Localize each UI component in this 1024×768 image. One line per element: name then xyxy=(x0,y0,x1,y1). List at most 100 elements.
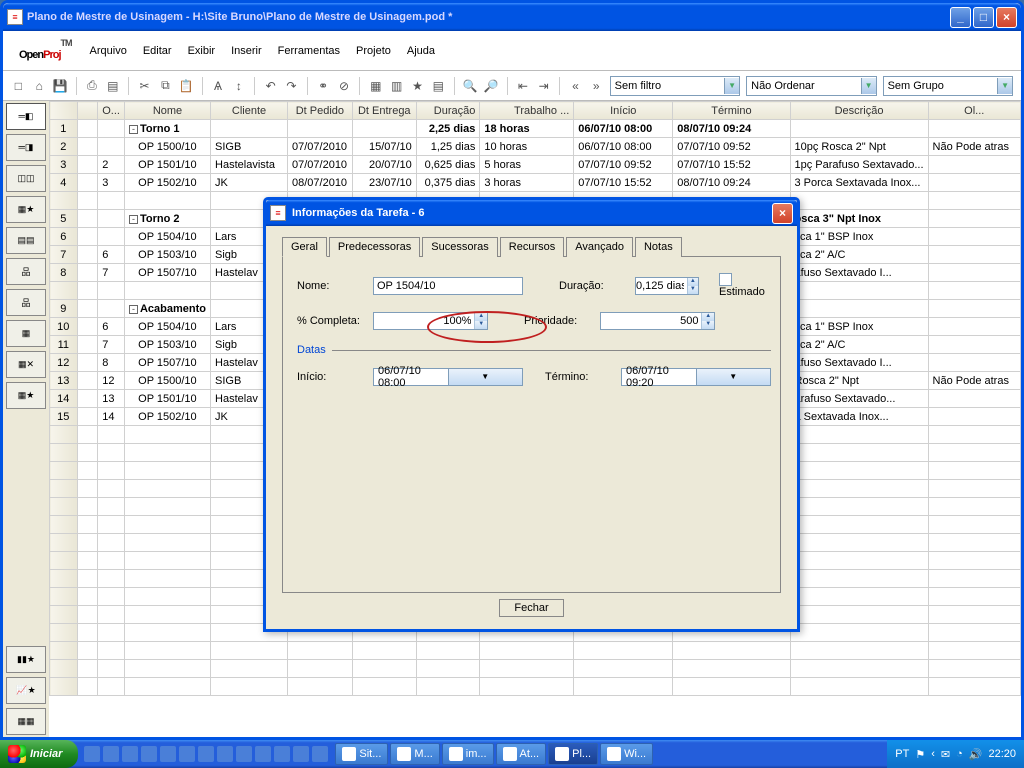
tab-sucessoras[interactable]: Sucessoras xyxy=(422,237,497,257)
ql-icon[interactable] xyxy=(122,746,138,762)
taskbar-task[interactable]: Sit... xyxy=(335,743,388,765)
table-row[interactable]: 1-Torno 12,25 dias18 horas06/07/10 08:00… xyxy=(50,120,1021,138)
taskbar-task[interactable]: At... xyxy=(496,743,547,765)
new-icon[interactable]: □ xyxy=(11,78,26,94)
info-icon[interactable]: ▦ xyxy=(368,78,383,94)
link-icon[interactable]: ⚭ xyxy=(316,78,331,94)
ql-icon[interactable] xyxy=(255,746,271,762)
paste-icon[interactable]: 📋 xyxy=(179,78,194,94)
col-header[interactable]: Ol... xyxy=(928,102,1020,120)
col-header[interactable]: Dt Pedido xyxy=(288,102,353,120)
start-button[interactable]: Iniciar xyxy=(0,740,78,768)
duration-spinner[interactable]: ▲▼ xyxy=(635,277,699,295)
view-rbs-button[interactable]: 品 xyxy=(6,289,46,316)
priority-input[interactable] xyxy=(601,313,701,329)
view-chart-button[interactable]: 📈★ xyxy=(6,677,46,704)
duration-input[interactable] xyxy=(636,278,687,294)
cut-icon[interactable]: ✂ xyxy=(137,78,152,94)
find-icon[interactable]: Ѧ xyxy=(211,78,226,94)
tray-icon[interactable]: ‹ xyxy=(931,748,935,760)
dialog-close-button[interactable]: × xyxy=(772,203,793,224)
col-header[interactable]: Nome xyxy=(124,102,210,120)
col-header[interactable]: Término xyxy=(673,102,790,120)
lang-indicator[interactable]: PT xyxy=(895,748,909,760)
ql-icon[interactable] xyxy=(217,746,233,762)
menu-projeto[interactable]: Projeto xyxy=(350,41,397,61)
col-header[interactable]: Duração xyxy=(416,102,480,120)
view-histogram-button[interactable]: ▮▮★ xyxy=(6,646,46,673)
minimize-button[interactable]: _ xyxy=(950,7,971,28)
table-row[interactable]: 32 OP 1501/10Hastelavista07/07/201020/07… xyxy=(50,156,1021,174)
clock[interactable]: 22:20 xyxy=(988,748,1016,760)
col-header[interactable] xyxy=(77,102,98,120)
view-report-button[interactable]: ▦ xyxy=(6,320,46,347)
ql-icon[interactable] xyxy=(141,746,157,762)
chevron-down-icon[interactable]: ▼ xyxy=(448,369,523,385)
col-header[interactable]: Início xyxy=(574,102,673,120)
tray-icon[interactable]: ✉ xyxy=(941,748,950,761)
tab-recursos[interactable]: Recursos xyxy=(500,237,564,257)
col-header[interactable]: Dt Entrega xyxy=(352,102,416,120)
menu-inserir[interactable]: Inserir xyxy=(225,41,268,61)
sort-combo[interactable]: Não Ordenar▼ xyxy=(746,76,876,96)
resource-icon[interactable]: ★ xyxy=(410,78,425,94)
ql-icon[interactable] xyxy=(293,746,309,762)
estimated-checkbox-wrap[interactable]: Estimado xyxy=(719,273,766,298)
menu-ajuda[interactable]: Ajuda xyxy=(401,41,441,61)
pct-complete-input[interactable] xyxy=(374,313,474,329)
group-combo[interactable]: Sem Grupo▼ xyxy=(883,76,1013,96)
redo-icon[interactable]: ↷ xyxy=(284,78,299,94)
next-icon[interactable]: » xyxy=(589,78,604,94)
table-row[interactable] xyxy=(50,678,1021,696)
col-header[interactable]: O... xyxy=(98,102,125,120)
close-button[interactable]: × xyxy=(996,7,1017,28)
menu-arquivo[interactable]: Arquivo xyxy=(84,41,133,61)
print-icon[interactable]: ⎙ xyxy=(85,78,100,94)
table-row[interactable] xyxy=(50,642,1021,660)
view-resources-button[interactable]: ▦★ xyxy=(6,196,46,223)
spinner-buttons[interactable]: ▲▼ xyxy=(701,313,714,329)
notes-icon[interactable]: ▤ xyxy=(431,78,446,94)
view-network-button[interactable]: ◫◫ xyxy=(6,165,46,192)
priority-spinner[interactable]: ▲▼ xyxy=(600,312,715,330)
view-gantt-button[interactable]: ═◧ xyxy=(6,103,46,130)
end-date-combo[interactable]: 06/07/10 09:20 ▼ xyxy=(621,368,771,386)
menu-exibir[interactable]: Exibir xyxy=(182,41,222,61)
undo-icon[interactable]: ↶ xyxy=(263,78,278,94)
menu-editar[interactable]: Editar xyxy=(137,41,178,61)
zoom-out-icon[interactable]: 🔎 xyxy=(484,78,499,94)
menu-ferramentas[interactable]: Ferramentas xyxy=(272,41,346,61)
tab-predecessoras[interactable]: Predecessoras xyxy=(329,237,420,257)
tray-icon[interactable]: 🔊 xyxy=(969,748,983,761)
save-icon[interactable]: 💾 xyxy=(53,78,68,94)
ql-icon[interactable] xyxy=(84,746,100,762)
open-icon[interactable]: ⌂ xyxy=(32,78,47,94)
zoom-in-icon[interactable]: 🔍 xyxy=(463,78,478,94)
taskbar-task[interactable]: Wi... xyxy=(600,743,653,765)
view-usage-button[interactable]: ▦★ xyxy=(6,382,46,409)
copy-icon[interactable]: ⧉ xyxy=(158,78,173,94)
scroll-icon[interactable]: ↕ xyxy=(231,78,246,94)
col-header[interactable]: Cliente xyxy=(211,102,288,120)
tray-icon[interactable]: ◔ xyxy=(956,748,963,760)
view-taskusage-button[interactable]: ▦▦ xyxy=(6,708,46,735)
outdent-icon[interactable]: ⇤ xyxy=(515,78,530,94)
tab-avançado[interactable]: Avançado xyxy=(566,237,633,257)
table-row[interactable] xyxy=(50,660,1021,678)
calendar-icon[interactable]: ▥ xyxy=(389,78,404,94)
view-projects-button[interactable]: ▤▤ xyxy=(6,227,46,254)
tab-geral[interactable]: Geral xyxy=(282,237,327,257)
ql-icon[interactable] xyxy=(274,746,290,762)
view-wbs-button[interactable]: 品 xyxy=(6,258,46,285)
ql-icon[interactable] xyxy=(103,746,119,762)
taskbar-task[interactable]: M... xyxy=(390,743,439,765)
taskbar-task[interactable]: im... xyxy=(442,743,494,765)
ql-icon[interactable] xyxy=(198,746,214,762)
name-input[interactable] xyxy=(373,277,523,295)
estimated-checkbox[interactable] xyxy=(719,273,732,286)
close-dialog-button[interactable]: Fechar xyxy=(499,599,563,617)
ql-icon[interactable] xyxy=(312,746,328,762)
filter-combo[interactable]: Sem filtro▼ xyxy=(610,76,740,96)
maximize-button[interactable]: □ xyxy=(973,7,994,28)
unlink-icon[interactable]: ⊘ xyxy=(337,78,352,94)
